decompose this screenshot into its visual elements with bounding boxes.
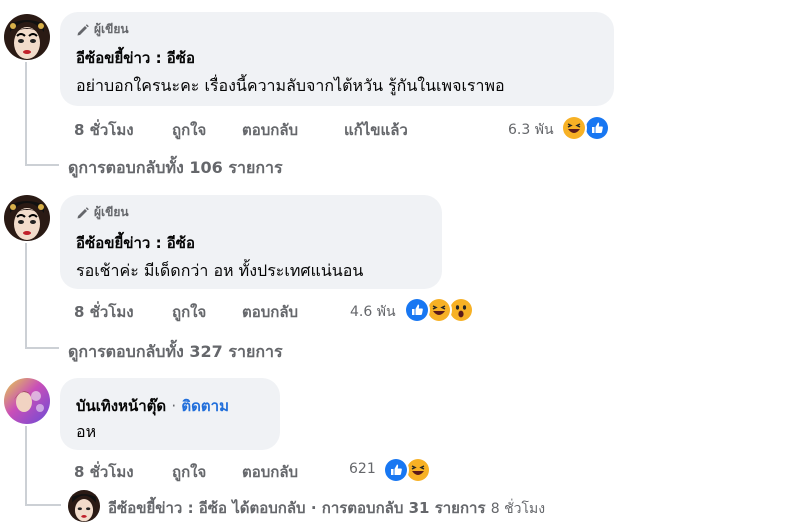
separator-dot: ·	[310, 499, 317, 517]
view-replies-link[interactable]: ดูการตอบกลับทั้ง 327 รายการ	[68, 340, 283, 365]
reply-author-avatar[interactable]	[68, 490, 100, 522]
pencil-icon	[77, 23, 89, 35]
edited-label[interactable]: แก้ไขแล้ว	[344, 118, 408, 142]
separator-dot: ·	[171, 397, 177, 415]
comment-text: อย่าบอกใครนะคะ เรื่องนี้ความลับจากไต้หวั…	[76, 76, 505, 95]
author-avatar[interactable]	[4, 378, 50, 424]
comment-bubble: ผู้เขียน อีซ้อขยี้ข่าว : อีซ้อ รอเช้าค่ะ…	[60, 195, 442, 289]
author-avatar[interactable]	[4, 14, 50, 60]
thread-line	[25, 243, 27, 349]
comment-bubble: ผู้เขียน อีซ้อขยี้ข่าว : อีซ้อ อย่าบอกใค…	[60, 12, 614, 106]
comment-bubble: บันเทิงหน้าตุ๊ด · ติดตาม อห	[60, 378, 280, 450]
author-badge: ผู้เขียน	[76, 20, 129, 39]
comment-author-line: บันเทิงหน้าตุ๊ด · ติดตาม	[76, 394, 229, 418]
like-icon[interactable]	[404, 297, 430, 323]
comment-text: รอเช้าค่ะ มีเด็ดกว่า อห ทั้งประเทศแน่นอน	[76, 261, 364, 280]
reply-summary[interactable]: อีซ้อขยี้ข่าว : อีซ้อ ได้ตอบกลับ · การตอ…	[108, 496, 545, 520]
comment-time[interactable]: 8 ชั่วโมง	[74, 300, 134, 324]
pencil-icon	[77, 206, 89, 218]
comment-author[interactable]: บันเทิงหน้าตุ๊ด	[76, 397, 166, 415]
author-badge: ผู้เขียน	[76, 203, 129, 222]
author-badge-label: ผู้เขียน	[94, 22, 129, 36]
thread-line-branch	[25, 347, 59, 349]
like-icon[interactable]	[584, 115, 610, 141]
thread-line-branch	[25, 164, 59, 166]
comment-author[interactable]: อีซ้อขยี้ข่าว : อีซ้อ	[76, 46, 195, 70]
comment-time[interactable]: 8 ชั่วโมง	[74, 460, 134, 484]
reply-button[interactable]: ตอบกลับ	[242, 460, 298, 484]
thread-line	[25, 426, 27, 506]
like-button[interactable]: ถูกใจ	[172, 460, 206, 484]
reply-summary-author[interactable]: อีซ้อขยี้ข่าว : อีซ้อ	[108, 499, 227, 517]
follow-button[interactable]: ติดตาม	[181, 397, 229, 415]
thread-line-branch	[25, 504, 61, 506]
author-badge-label: ผู้เขียน	[94, 205, 129, 219]
reply-summary-count[interactable]: การตอบกลับ 31 รายการ	[322, 499, 486, 517]
comment-text: อห	[76, 422, 97, 441]
view-replies-link[interactable]: ดูการตอบกลับทั้ง 106 รายการ	[68, 156, 283, 181]
like-button[interactable]: ถูกใจ	[172, 118, 206, 142]
comment-time[interactable]: 8 ชั่วโมง	[74, 118, 134, 142]
reply-button[interactable]: ตอบกลับ	[242, 300, 298, 324]
like-icon[interactable]	[383, 457, 409, 483]
reply-button[interactable]: ตอบกลับ	[242, 118, 298, 142]
like-button[interactable]: ถูกใจ	[172, 300, 206, 324]
reply-summary-time: 8 ชั่วโมง	[490, 501, 546, 517]
reaction-count[interactable]: 621	[349, 461, 376, 477]
thread-line	[25, 62, 27, 166]
author-avatar[interactable]	[4, 195, 50, 241]
comment-author[interactable]: อีซ้อขยี้ข่าว : อีซ้อ	[76, 231, 195, 255]
reply-summary-action: ได้ตอบกลับ	[232, 499, 306, 517]
haha-icon[interactable]	[561, 115, 587, 141]
reaction-count[interactable]: 6.3 พัน	[508, 119, 554, 141]
reaction-count[interactable]: 4.6 พัน	[350, 301, 396, 323]
